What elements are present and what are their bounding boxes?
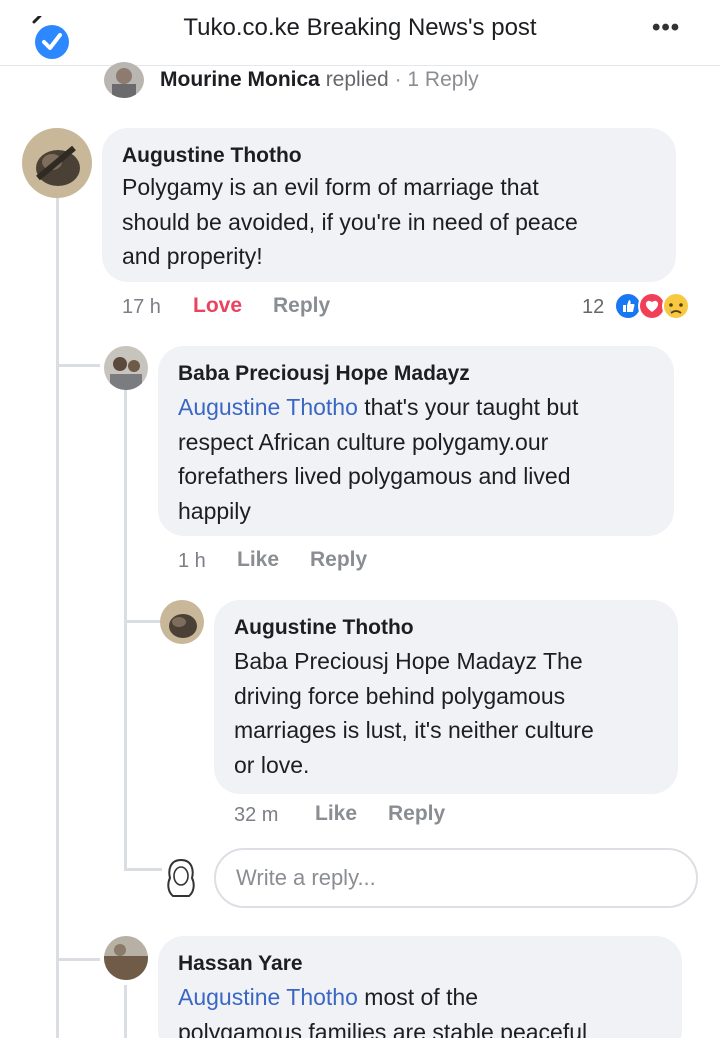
comment-text: Augustine Thotho that's your taught but … (178, 390, 668, 528)
thread-line-nested (124, 390, 127, 870)
comment-line-text: most of the (357, 984, 479, 1010)
reply-author-name: Mourine Monica (160, 68, 320, 91)
comment-bubble: Hassan Yare Augustine Thotho most of the… (158, 936, 682, 1038)
reply-input-box[interactable] (214, 848, 698, 908)
comment-line: or love. (234, 751, 310, 778)
comment-author[interactable]: Hassan Yare (178, 952, 303, 976)
comment-time: 32 m (234, 804, 279, 826)
mention-link[interactable]: Augustine Thotho (178, 394, 358, 420)
thread-line-branch-2 (124, 620, 160, 623)
comment-line: marriages is lust, it's neither culture (234, 717, 594, 743)
mention-link[interactable]: Augustine Thotho (178, 984, 358, 1010)
page-title: Tuko.co.ke Breaking News's post (183, 14, 537, 41)
avatar[interactable] (104, 346, 148, 390)
comment-text: Polygamy is an evil form of marriage tha… (122, 170, 667, 274)
comment-line: polygamous families are stable peaceful (178, 1018, 588, 1038)
thread-line-branch-3 (124, 868, 164, 871)
comment-author[interactable]: Augustine Thotho (122, 144, 302, 168)
reply-separator: · (394, 68, 402, 91)
comment-line: driving force behind polygamous (234, 682, 566, 709)
avatar[interactable] (22, 128, 92, 198)
reaction-icons[interactable] (614, 291, 700, 321)
comment-bubble: Augustine Thotho Baba Preciousj Hope Mad… (214, 600, 678, 794)
comment-author[interactable]: Augustine Thotho (234, 616, 414, 640)
reply-count: 1 Reply (407, 68, 479, 91)
comment-bubble: Augustine Thotho Polygamy is an evil for… (102, 128, 676, 282)
comment-line: should be avoided, if you're in need of … (122, 208, 578, 235)
reply-button[interactable]: Reply (273, 294, 330, 318)
thread-line-branch-4 (56, 958, 100, 961)
comment-time: 17 h (122, 296, 161, 318)
avatar[interactable] (104, 62, 144, 98)
reply-button[interactable]: Reply (388, 802, 445, 826)
avatar (162, 856, 200, 900)
like-button[interactable]: Like (315, 802, 357, 826)
avatar[interactable] (160, 600, 204, 644)
post-header: Tuko.co.ke Breaking News's post ••• (0, 0, 720, 66)
reaction-count[interactable]: 12 (582, 296, 604, 319)
comment-text: Augustine Thotho most of the polygamous … (178, 980, 678, 1038)
reply-input[interactable] (216, 850, 696, 906)
comment-line: forefathers lived polygamous and lived (178, 463, 571, 489)
comment-line-text: that's your taught but (357, 394, 579, 420)
comment-line: Augustine Thotho most of the (178, 980, 678, 1015)
replied-summary[interactable]: Mourine Monica replied · 1 Reply (160, 68, 479, 92)
comment-line: and properity! (122, 243, 263, 269)
comment-line: respect African culture polygamy.our (178, 428, 549, 455)
love-button[interactable]: Love (193, 294, 242, 318)
comment-bubble: Baba Preciousj Hope Madayz Augustine Tho… (158, 346, 674, 536)
more-options-icon[interactable]: ••• (652, 14, 680, 42)
thread-line-branch-1 (56, 364, 100, 367)
thread-line-nested-2 (124, 985, 127, 1038)
comment-time: 1 h (178, 550, 206, 572)
reply-action-text: replied (325, 68, 389, 91)
comment-line: happily (178, 497, 251, 524)
comment-author[interactable]: Baba Preciousj Hope Madayz (178, 362, 470, 386)
comment-text: Baba Preciousj Hope Madayz The driving f… (234, 644, 674, 782)
sad-reaction-icon (662, 292, 690, 320)
comment-line: Augustine Thotho that's your taught but (178, 390, 668, 425)
thread-line-main (56, 198, 59, 1038)
like-button[interactable]: Like (237, 548, 279, 572)
reply-button[interactable]: Reply (310, 548, 367, 572)
comment-line: Baba Preciousj Hope Madayz The (234, 648, 583, 674)
avatar[interactable] (104, 936, 148, 980)
comment-line: Polygamy is an evil form of marriage tha… (122, 174, 539, 200)
